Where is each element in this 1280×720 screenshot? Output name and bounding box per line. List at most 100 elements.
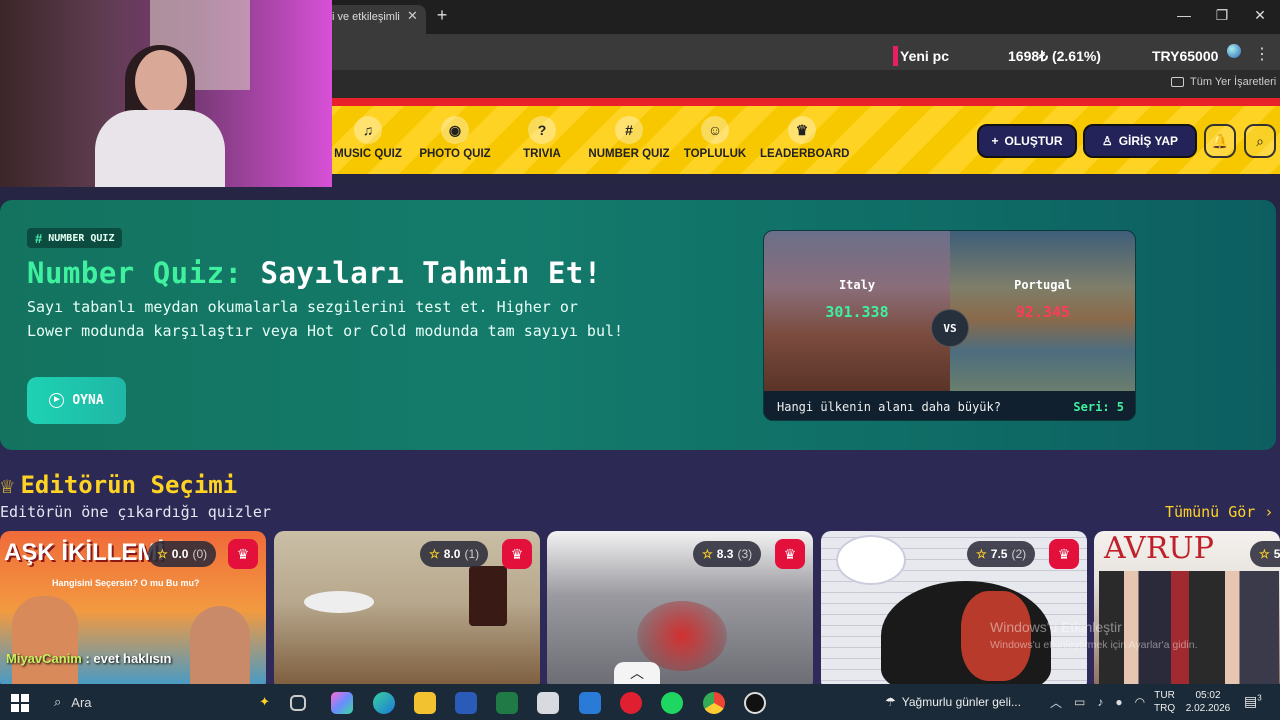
stream-chat-message: MiyavCanim : evet haklısın <box>6 651 171 666</box>
taskbar-search[interactable]: ⌕ Ara ✦ <box>46 684 276 720</box>
extension-icon[interactable] <box>1227 44 1241 58</box>
heart-highlight <box>637 601 727 671</box>
clock[interactable]: 05:02 2.02.2026 <box>1183 689 1233 715</box>
ticker-price: 1698₺ (2.61%) <box>1008 47 1101 64</box>
nav-community[interactable]: ☺ TOPLULUK <box>673 116 757 160</box>
wifi-icon[interactable]: ◠ <box>1135 695 1145 709</box>
nav-music-quiz[interactable]: ♫ MUSIC QUIZ <box>326 116 410 160</box>
rating-value: 5. <box>1273 547 1280 561</box>
spotify-icon[interactable] <box>661 692 683 714</box>
network-icon[interactable]: ▭ <box>1074 695 1085 709</box>
plate-image <box>304 591 374 613</box>
crown-icon: ♛ <box>228 539 258 569</box>
search-button[interactable]: ⌕ <box>1244 124 1276 158</box>
rating-badge: ☆ 7.5 (2) <box>967 541 1036 567</box>
left-value: 301.338 <box>825 303 889 321</box>
nav-leaderboard[interactable]: ♛ LEADERBOARD <box>760 116 849 160</box>
create-button[interactable]: + OLUŞTUR <box>977 124 1077 158</box>
music-note-icon: ♫ <box>354 116 382 144</box>
login-button[interactable]: ♙ GİRİŞ YAP <box>1083 124 1197 158</box>
rating-count: (3) <box>737 547 753 561</box>
keyboard-code: TRQ <box>1154 703 1176 714</box>
minimize-button[interactable]: — <box>1172 7 1196 23</box>
volume-icon[interactable]: ♪ <box>1097 695 1103 709</box>
crown-icon: ♕ <box>0 471 15 499</box>
bell-icon: 🔔 <box>1211 132 1229 149</box>
hero-tag: # NUMBER QUIZ <box>27 228 123 248</box>
notifications-button[interactable]: 🔔 <box>1204 124 1236 158</box>
clock-time: 05:02 <box>1195 690 1221 701</box>
rating-badge: ☆ 8.3 (3) <box>693 541 762 567</box>
quiz-card[interactable]: ☆ 8.0 (1) ♛ <box>274 531 540 684</box>
word-icon[interactable] <box>455 692 477 714</box>
quiz-card-title: AŞK İKİLLEMİ <box>4 539 164 566</box>
folder-icon <box>1171 77 1184 87</box>
price-ticker: Yeni pc 1698₺ (2.61%) TRY65000 <box>893 44 1253 68</box>
nav-number-quiz[interactable]: # NUMBER QUIZ <box>587 116 671 160</box>
windows-start-icon[interactable] <box>11 694 29 712</box>
browser-menu-icon[interactable]: ⋮ <box>1254 44 1270 64</box>
calculator-icon[interactable] <box>537 692 559 714</box>
language-indicator[interactable]: TUR TRQ <box>1154 689 1175 715</box>
quiz-card-title: AVRUP <box>1104 531 1214 566</box>
nav-label: MUSIC QUIZ <box>334 148 402 160</box>
star-icon: ☆ <box>702 547 713 561</box>
close-tab-icon[interactable]: ✕ <box>407 8 418 24</box>
play-button[interactable]: ▶ OYNA <box>27 377 126 424</box>
file-explorer-icon[interactable] <box>414 692 436 714</box>
chrome-icon[interactable] <box>703 692 725 714</box>
weather-widget[interactable]: ☂ Yağmurlu günler geli... <box>885 684 1021 720</box>
editors-pick-subtitle: Editörün öne çıkardığı quizler <box>0 503 271 521</box>
hero-description: Sayı tabanlı meydan okumalarla sezgileri… <box>27 298 624 340</box>
system-tray: ︿ ▭ ♪ ● ◠ <box>1050 684 1145 720</box>
store-icon[interactable] <box>579 692 601 714</box>
notification-center[interactable]: ▤3 <box>1244 693 1262 710</box>
close-window-button[interactable]: ✕ <box>1248 7 1272 24</box>
activation-watermark: Windows'u Etkinleştir Windows'u etkinleş… <box>990 618 1197 654</box>
play-icon: ▶ <box>49 393 65 408</box>
create-label: OLUŞTUR <box>1004 134 1063 148</box>
all-bookmarks-button[interactable]: Tüm Yer İşaretleri <box>1171 76 1276 88</box>
nav-trivia[interactable]: ? TRIVIA <box>500 116 584 160</box>
opera-icon[interactable] <box>620 692 642 714</box>
hero-title-rest: Sayıları Tahmin Et! <box>260 256 602 290</box>
plus-icon: + <box>991 134 999 148</box>
left-country: Italy <box>838 278 876 292</box>
maximize-button[interactable]: ❐ <box>1210 7 1234 24</box>
quiz-preview-card[interactable]: Italy 301.338 Portugal 92.345 VS Hangi ü… <box>763 230 1136 421</box>
microphone-icon[interactable]: ● <box>1115 695 1122 709</box>
star-icon: ☆ <box>976 547 987 561</box>
play-label: OYNA <box>72 393 104 408</box>
all-bookmarks-label: Tüm Yer İşaretleri <box>1190 76 1277 88</box>
copilot-icon[interactable] <box>331 692 353 714</box>
login-label: GİRİŞ YAP <box>1118 134 1179 148</box>
drink-image <box>469 566 507 626</box>
watermark-title: Windows'u Etkinleştir <box>990 619 1122 635</box>
edge-icon[interactable] <box>373 692 395 714</box>
camera-icon: ◉ <box>441 116 469 144</box>
copilot-sparkle-icon: ✦ <box>259 694 270 709</box>
rating-value: 8.3 <box>716 547 734 561</box>
nav-photo-quiz[interactable]: ◉ PHOTO QUIZ <box>413 116 497 160</box>
excel-icon[interactable] <box>496 692 518 714</box>
character-illustration <box>12 596 78 684</box>
obs-icon[interactable] <box>744 692 766 714</box>
rating-value: 8.0 <box>443 547 461 561</box>
new-tab-button[interactable]: + <box>434 5 450 26</box>
task-view-icon[interactable] <box>290 695 306 711</box>
quiz-card[interactable]: ☆ 7.5 (2) ♛ <box>821 531 1087 684</box>
users-icon: ☺ <box>701 116 729 144</box>
quiz-card[interactable]: AVRUP ☆5. <box>1094 531 1280 684</box>
editors-pick-label: Editörün Seçimi <box>20 471 238 499</box>
right-country: Portugal <box>1014 278 1072 292</box>
rating-value: 0.0 <box>171 547 189 561</box>
rating-count: (2) <box>1011 547 1027 561</box>
italy-photo: Italy 301.338 <box>764 231 950 391</box>
see-all-link[interactable]: Tümünü Gör › <box>1165 503 1273 521</box>
quiz-card[interactable]: ☆ 8.3 (3) ♛ <box>547 531 813 684</box>
nav-label: TRIVIA <box>523 148 561 160</box>
webcam-overlay <box>0 0 332 187</box>
preview-footer: Hangi ülkenin alanı daha büyük? Seri: 5 <box>764 391 1135 420</box>
chevron-up-icon[interactable]: ︿ <box>1050 694 1062 711</box>
scroll-to-top-button[interactable]: ︿ <box>614 662 660 684</box>
